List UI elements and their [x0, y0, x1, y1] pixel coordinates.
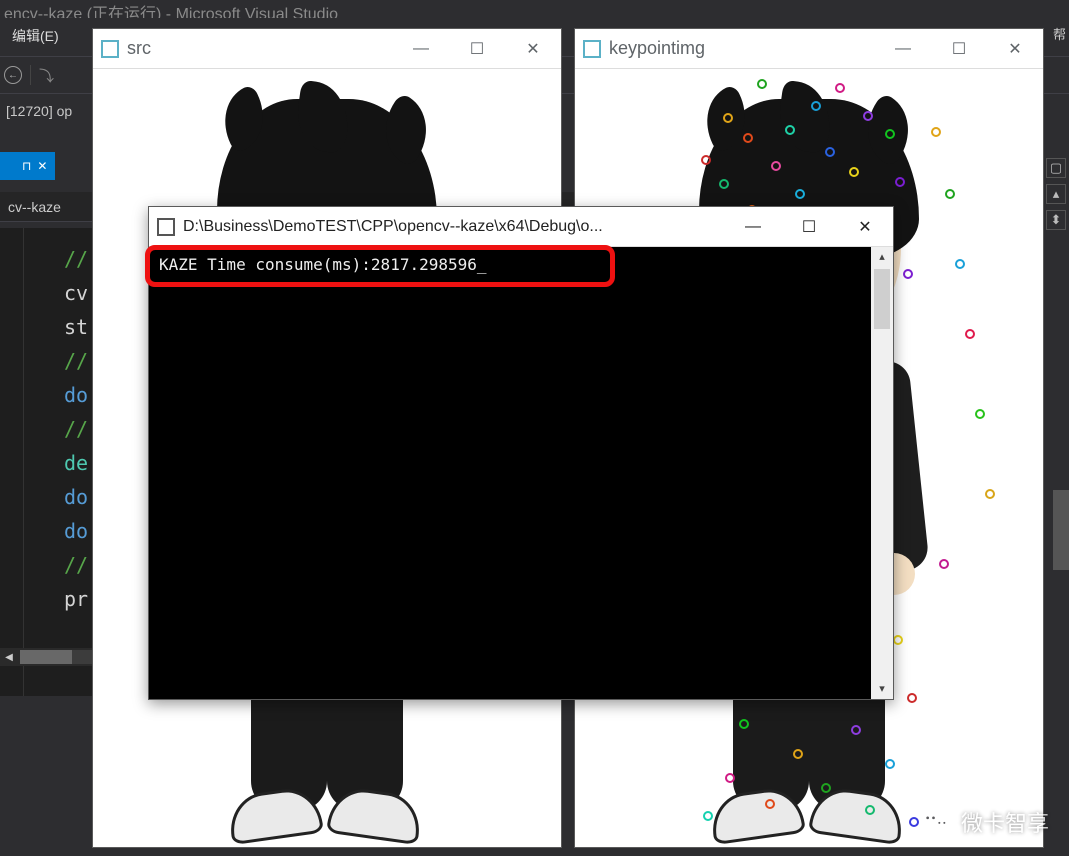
console-scrollbar[interactable]: ▴ ▾ [871, 247, 893, 699]
maximize-button[interactable]: ☐ [931, 29, 987, 69]
keypoint-marker [793, 749, 803, 759]
nav-up-icon[interactable]: ▴ [1046, 184, 1066, 204]
minimap-scroll[interactable] [1053, 490, 1069, 570]
keypoint-marker [985, 489, 995, 499]
vs-tab-row: ⊓ ✕ [0, 152, 55, 180]
scroll-up-icon[interactable]: ▴ [871, 247, 893, 267]
keypoint-marker [719, 179, 729, 189]
toolbar-sep [30, 65, 31, 85]
keypoint-marker [895, 177, 905, 187]
help-tab[interactable]: 帮 [1053, 24, 1066, 43]
keypoint-marker [893, 635, 903, 645]
code-line[interactable]: do [64, 480, 88, 514]
code-line[interactable]: do [64, 514, 88, 548]
code-lines[interactable]: //cvst//do//dedodo//pr [24, 228, 88, 696]
scroll-left-icon[interactable]: ◀ [0, 652, 18, 663]
keypoint-marker [965, 329, 975, 339]
maximize-button[interactable]: ☐ [449, 29, 505, 69]
keypoint-marker [863, 111, 873, 121]
window-keypoint-title: keypointimg [609, 38, 867, 59]
code-line[interactable]: // [64, 548, 88, 582]
vs-title-bar: encv--kaze (正在运行) - Microsoft Visual Stu… [0, 0, 1069, 18]
keypoint-marker [821, 783, 831, 793]
window-src-controls: — ☐ ✕ [393, 29, 561, 69]
keypoint-marker [909, 817, 919, 827]
close-button[interactable]: ✕ [837, 207, 893, 247]
window-keypoint-controls: — ☐ ✕ [875, 29, 1043, 69]
window-keypoint-titlebar[interactable]: keypointimg — ☐ ✕ [575, 29, 1043, 69]
keypoint-marker [771, 161, 781, 171]
editor-gutter [0, 228, 24, 696]
keypoint-marker [723, 113, 733, 123]
keypoint-marker [703, 811, 713, 821]
keypoint-marker [945, 189, 955, 199]
code-line[interactable]: pr [64, 582, 88, 616]
opencv-icon [101, 40, 119, 58]
close-button[interactable]: ✕ [987, 29, 1043, 69]
keypoint-marker [849, 167, 859, 177]
keypoint-marker [975, 409, 985, 419]
keypoint-marker [835, 83, 845, 93]
scroll-down-icon[interactable]: ▾ [871, 679, 893, 699]
split-icon[interactable]: ⬍ [1046, 210, 1066, 230]
code-line[interactable]: // [64, 344, 88, 378]
console-output[interactable]: KAZE Time consume(ms):2817.298596_ [149, 247, 871, 699]
keypoint-marker [825, 147, 835, 157]
nav-back-icon[interactable]: ← [4, 66, 22, 84]
window-src-title: src [127, 38, 385, 59]
keypoint-marker [795, 189, 805, 199]
keypoint-marker [903, 269, 913, 279]
scroll-thumb[interactable] [20, 650, 72, 664]
window-console-title: D:\Business\DemoTEST\CPP\opencv--kaze\x6… [183, 218, 717, 236]
keypoint-marker [739, 719, 749, 729]
keypoint-marker [885, 759, 895, 769]
console-line: KAZE Time consume(ms):2817.298596 [159, 255, 477, 274]
minimize-button[interactable]: — [875, 29, 931, 69]
keypoint-marker [939, 559, 949, 569]
maximize-button[interactable]: ☐ [781, 207, 837, 247]
window-console-titlebar[interactable]: D:\Business\DemoTEST\CPP\opencv--kaze\x6… [149, 207, 893, 247]
menu-edit[interactable]: 编辑(E) [12, 28, 59, 44]
code-line[interactable]: // [64, 242, 88, 276]
keypoint-marker [757, 79, 767, 89]
keypoint-marker [851, 725, 861, 735]
keypoint-marker [811, 101, 821, 111]
keypoint-marker [931, 127, 941, 137]
window-src-titlebar[interactable]: src — ☐ ✕ [93, 29, 561, 69]
vs-menu-bar[interactable]: 编辑(E) [0, 22, 71, 50]
window-console: D:\Business\DemoTEST\CPP\opencv--kaze\x6… [148, 206, 894, 700]
solution-explorer-icon[interactable]: ▢ [1046, 158, 1066, 178]
code-line[interactable]: de [64, 446, 88, 480]
keypoint-marker [907, 693, 917, 703]
scope-dropdown[interactable]: cv--kaze [8, 199, 61, 215]
code-line[interactable]: // [64, 412, 88, 446]
code-line[interactable]: do [64, 378, 88, 412]
debug-process-label: [12720] op [6, 103, 72, 119]
keypoint-marker [725, 773, 735, 783]
console-cursor: _ [477, 255, 487, 274]
window-console-content: KAZE Time consume(ms):2817.298596_ ▴ ▾ [149, 247, 893, 699]
window-console-controls: — ☐ ✕ [725, 207, 893, 247]
code-line[interactable]: cv [64, 276, 88, 310]
keypoint-marker [785, 125, 795, 135]
code-line[interactable]: st [64, 310, 88, 344]
debug-step-icon[interactable]: ⤵ [39, 65, 54, 86]
pin-icon[interactable]: ⊓ [22, 159, 31, 173]
minimize-button[interactable]: — [725, 207, 781, 247]
opencv-icon [583, 40, 601, 58]
vs-title-text: encv--kaze (正在运行) - Microsoft Visual Stu… [4, 6, 338, 18]
keypoint-marker [955, 259, 965, 269]
keypoint-marker [865, 805, 875, 815]
console-icon [157, 218, 175, 236]
keypoint-marker [885, 129, 895, 139]
keypoint-marker [765, 799, 775, 809]
close-button[interactable]: ✕ [505, 29, 561, 69]
keypoint-marker [743, 133, 753, 143]
close-tab-icon[interactable]: ✕ [37, 159, 47, 173]
scroll-thumb[interactable] [874, 269, 890, 329]
keypoint-marker [701, 155, 711, 165]
active-doc-tab[interactable]: ⊓ ✕ [0, 152, 55, 180]
minimize-button[interactable]: — [393, 29, 449, 69]
right-tool-strip: 帮 ▢ ▴ ⬍ [1043, 152, 1069, 856]
